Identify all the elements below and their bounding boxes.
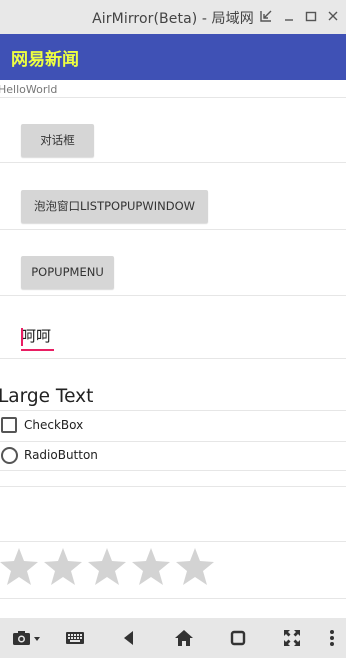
rating-bar[interactable] [0,545,237,589]
divider [0,295,346,296]
star-icon[interactable] [129,545,173,589]
star-icon[interactable] [173,545,217,589]
radio-button[interactable] [1,447,18,464]
minimize-icon[interactable] [282,8,296,24]
home-icon[interactable] [174,628,194,648]
back-icon[interactable] [120,628,140,648]
maximize-icon[interactable] [304,8,318,24]
camera-icon[interactable] [12,628,42,648]
close-icon[interactable] [326,8,340,24]
divider [0,410,346,411]
text-input-value: 呵呵 [21,327,52,345]
hello-text: HelloWorld [0,83,58,96]
divider [0,470,346,471]
more-icon[interactable] [324,628,340,648]
checkbox[interactable] [1,417,17,433]
text-input-underline [21,349,54,351]
divider [0,486,346,487]
radio-label: RadioButton [24,448,98,462]
keyboard-icon[interactable] [65,628,85,648]
window-titlebar: AirMirror(Beta) - 局域网 [0,0,346,34]
star-icon[interactable] [85,545,129,589]
checkbox-label: CheckBox [24,418,84,432]
app-title: 网易新闻 [11,50,79,70]
divider [0,441,346,442]
divider [0,541,346,542]
large-text: Large Text [0,386,94,407]
bottom-toolbar [0,618,346,658]
text-cursor [21,328,23,346]
shrink-icon[interactable] [259,8,273,24]
divider [0,358,346,359]
dialog-button[interactable]: 对话框 [21,124,94,157]
star-icon[interactable] [0,545,41,589]
checkbox-row[interactable]: CheckBox [0,414,120,438]
divider [0,598,346,599]
star-icon[interactable] [41,545,85,589]
fullscreen-icon[interactable] [282,628,302,648]
divider [0,229,346,230]
app-bar: 网易新闻 [0,34,346,80]
list-popup-window-button[interactable]: 泡泡窗口LISTPOPUPWINDOW [21,190,208,223]
divider [0,162,346,163]
recent-apps-icon[interactable] [228,628,248,648]
text-input[interactable]: 呵呵 [21,326,54,352]
popup-menu-button[interactable]: POPUPMENU [21,256,114,289]
radio-row[interactable]: RadioButton [0,444,130,468]
divider [0,97,346,98]
